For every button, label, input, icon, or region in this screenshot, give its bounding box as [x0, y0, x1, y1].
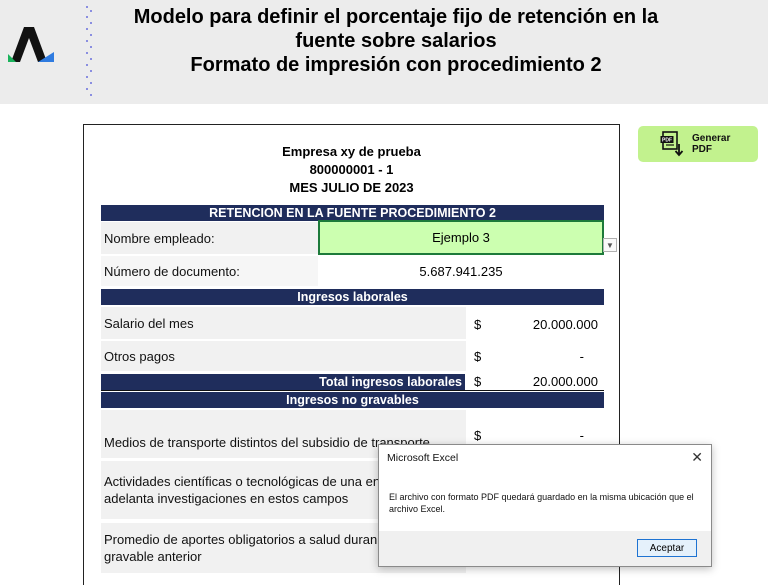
aceptar-button[interactable]: Aceptar	[637, 539, 697, 557]
title-line-2: fuente sobre salarios	[295, 30, 497, 52]
dialog-title: Microsoft Excel	[387, 452, 459, 464]
dotted-divider	[86, 6, 92, 96]
otros-value: -	[579, 349, 584, 364]
generar-pdf-button[interactable]: PDF Generar PDF	[638, 126, 758, 162]
documento-label: Número de documento:	[101, 256, 318, 286]
total-ingresos-label: Total ingresos laborales	[101, 374, 465, 390]
dialog-close-icon[interactable]: ✕	[691, 449, 703, 466]
salario-value: 20.000.000	[532, 317, 598, 332]
transporte-value: -	[579, 428, 584, 443]
documento-value: 5.687.941.235	[419, 263, 503, 279]
total-value: 20.000.000	[532, 374, 598, 389]
actividades-line-2: adelanta investigaciones en estos campos	[104, 491, 349, 506]
promedio-line-2: gravable anterior	[104, 549, 202, 564]
section-retencion: RETENCION EN LA FUENTE PROCEDIMIENTO 2	[101, 205, 604, 221]
title-line-3: Formato de impresión con procedimiento 2	[190, 54, 602, 76]
salario-currency: $	[474, 317, 482, 332]
company-info: Empresa xy de prueba 800000001 - 1 MES J…	[84, 143, 619, 197]
svg-text:PDF: PDF	[662, 138, 672, 144]
nombre-empleado-label: Nombre empleado:	[101, 222, 318, 254]
dialog-message: El archivo con formato PDF quedará guard…	[389, 492, 694, 514]
otros-pagos-label: Otros pagos	[101, 341, 466, 371]
page-title: Modelo para definir el porcentaje fijo d…	[96, 5, 696, 77]
company-name: Empresa xy de prueba	[282, 144, 421, 159]
section-ingresos-no-gravables: Ingresos no gravables	[101, 392, 604, 408]
generar-pdf-line-2: PDF	[692, 144, 712, 155]
actividades-line-1: Actividades científicas o tecnológicas d…	[104, 474, 381, 489]
company-nit: 800000001 - 1	[309, 162, 394, 177]
total-underline	[101, 390, 604, 391]
generar-pdf-label: Generar PDF	[692, 133, 730, 155]
company-period: MES JULIO DE 2023	[289, 180, 414, 195]
excel-message-dialog: Microsoft Excel ✕ El archivo con formato…	[378, 444, 712, 567]
pdf-download-icon: PDF	[660, 131, 684, 157]
nombre-empleado-select[interactable]: Ejemplo 3	[318, 220, 604, 255]
title-line-1: Modelo para definir el porcentaje fijo d…	[133, 6, 659, 28]
dialog-footer: Aceptar	[379, 531, 711, 566]
generar-pdf-line-1: Generar	[692, 133, 731, 144]
promedio-line-1: Promedio de aportes obligatorios a salud…	[104, 532, 378, 547]
dropdown-arrow-icon[interactable]: ▼	[603, 238, 617, 252]
actualicese-logo-icon	[8, 27, 54, 62]
total-currency: $	[474, 374, 482, 389]
salario-label: Salario del mes	[101, 307, 466, 339]
section-ingresos-laborales: Ingresos laborales	[101, 289, 604, 305]
header-banner: Modelo para definir el porcentaje fijo d…	[0, 0, 768, 104]
